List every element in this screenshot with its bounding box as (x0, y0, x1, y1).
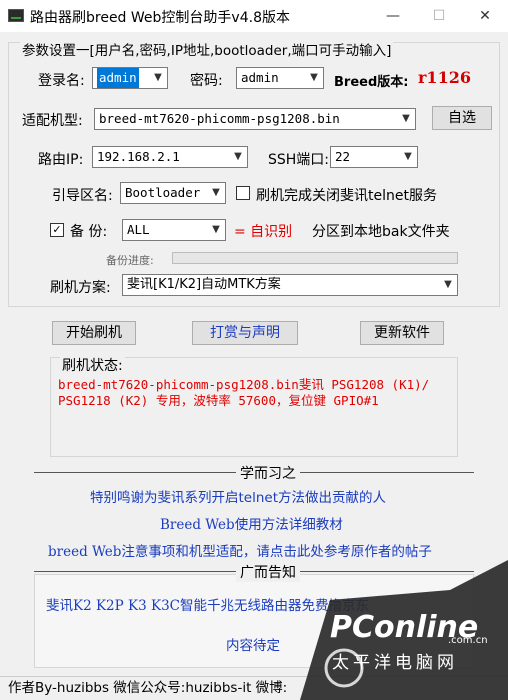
learn-title: 学而习之 (236, 463, 300, 483)
update-software-button[interactable]: 更新软件 (360, 321, 444, 345)
ssh-combo[interactable]: 22 ▼ (330, 146, 418, 168)
chevron-down-icon: ▼ (310, 72, 318, 83)
ip-value: 192.168.2.1 (97, 149, 180, 164)
ad-placeholder[interactable]: 内容待定 (226, 634, 280, 654)
model-label: 适配机型: (22, 113, 83, 129)
watermark-domain: .com.cn (448, 635, 488, 646)
boot-combo[interactable]: Bootloader ▼ (120, 182, 226, 204)
boot-value: Bootloader (125, 185, 201, 200)
watermark-subtitle: 太平洋电脑网 (332, 653, 458, 673)
backup-suffix: 分区到本地bak文件夹 (312, 224, 450, 240)
thanks-link[interactable]: 特别鸣谢为斐讯系列开启telnet方法做出贡献的人 (90, 486, 386, 506)
window-title: 路由器刷breed Web控制台助手v4.8版本 (30, 10, 290, 26)
scheme-value: 斐讯[K1/K2]自动MTK方案 (127, 277, 281, 292)
backup-combo[interactable]: ALL ▼ (122, 219, 226, 241)
login-combo[interactable]: admin ▼ (92, 67, 168, 89)
password-value: admin (241, 70, 279, 85)
login-label: 登录名: (38, 73, 85, 89)
backup-label: 备 份: (70, 224, 108, 240)
title-bar: 路由器刷breed Web控制台助手v4.8版本 — ☐ ✕ (0, 0, 508, 32)
chevron-down-icon: ▼ (234, 151, 242, 162)
chevron-down-icon: ▼ (212, 187, 220, 198)
app-icon (8, 9, 24, 22)
ssh-value: 22 (335, 149, 351, 164)
auto-detect-text: = 自识别 (234, 224, 293, 240)
custom-select-button[interactable]: 自选 (432, 106, 492, 130)
backup-progress-bar (172, 252, 458, 264)
start-flash-button[interactable]: 开始刷机 (52, 321, 136, 345)
chevron-down-icon: ▼ (154, 72, 162, 83)
ip-combo[interactable]: 192.168.2.1 ▼ (92, 146, 248, 168)
password-combo[interactable]: admin ▼ (236, 67, 324, 89)
breed-version-value: r1126 (418, 68, 471, 87)
login-value: admin (97, 68, 139, 88)
telnet-label: 刷机完成关闭斐讯telnet服务 (256, 188, 437, 204)
close-button[interactable]: ✕ (462, 0, 508, 32)
settings-legend: 参数设置一[用户名,密码,IP地址,bootloader,端口可手动输入] (20, 39, 394, 59)
breed-version-label: Breed版本: (334, 75, 409, 90)
boot-label: 引导区名: (52, 188, 113, 204)
status-text: breed-mt7620-phicomm-psg1208.bin斐讯 PSG12… (58, 377, 430, 408)
status-legend: 刷机状态: (60, 355, 125, 375)
chevron-down-icon: ▼ (402, 113, 410, 124)
ssh-label: SSH端口: (268, 152, 330, 168)
pconline-watermark: PConline .com.cn 太平洋电脑网 (300, 560, 508, 700)
minimize-button[interactable]: — (370, 0, 416, 32)
password-label: 密码: (190, 73, 223, 89)
backup-value: ALL (127, 222, 150, 237)
chevron-down-icon: ▼ (404, 151, 412, 162)
model-value: breed-mt7620-phicomm-psg1208.bin (99, 111, 340, 126)
scheme-label: 刷机方案: (50, 280, 111, 296)
chevron-down-icon: ▼ (444, 279, 452, 290)
tutorial-link[interactable]: Breed Web使用方法详细教材 (160, 513, 343, 533)
model-combo[interactable]: breed-mt7620-phicomm-psg1208.bin ▼ (94, 108, 416, 130)
maximize-button[interactable]: ☐ (416, 0, 462, 32)
reward-button[interactable]: 打赏与声明 (192, 321, 298, 345)
scheme-combo[interactable]: 斐讯[K1/K2]自动MTK方案 ▼ (122, 274, 458, 296)
notes-link[interactable]: breed Web注意事项和机型适配，请点击此处参考原作者的帖子 (48, 540, 432, 560)
backup-checkbox[interactable]: ✓ (50, 223, 64, 237)
ads-title: 广而告知 (236, 562, 300, 582)
chevron-down-icon: ▼ (212, 224, 220, 235)
ip-label: 路由IP: (38, 152, 84, 168)
progress-label: 备份进度: (106, 254, 154, 267)
telnet-checkbox[interactable] (236, 186, 250, 200)
